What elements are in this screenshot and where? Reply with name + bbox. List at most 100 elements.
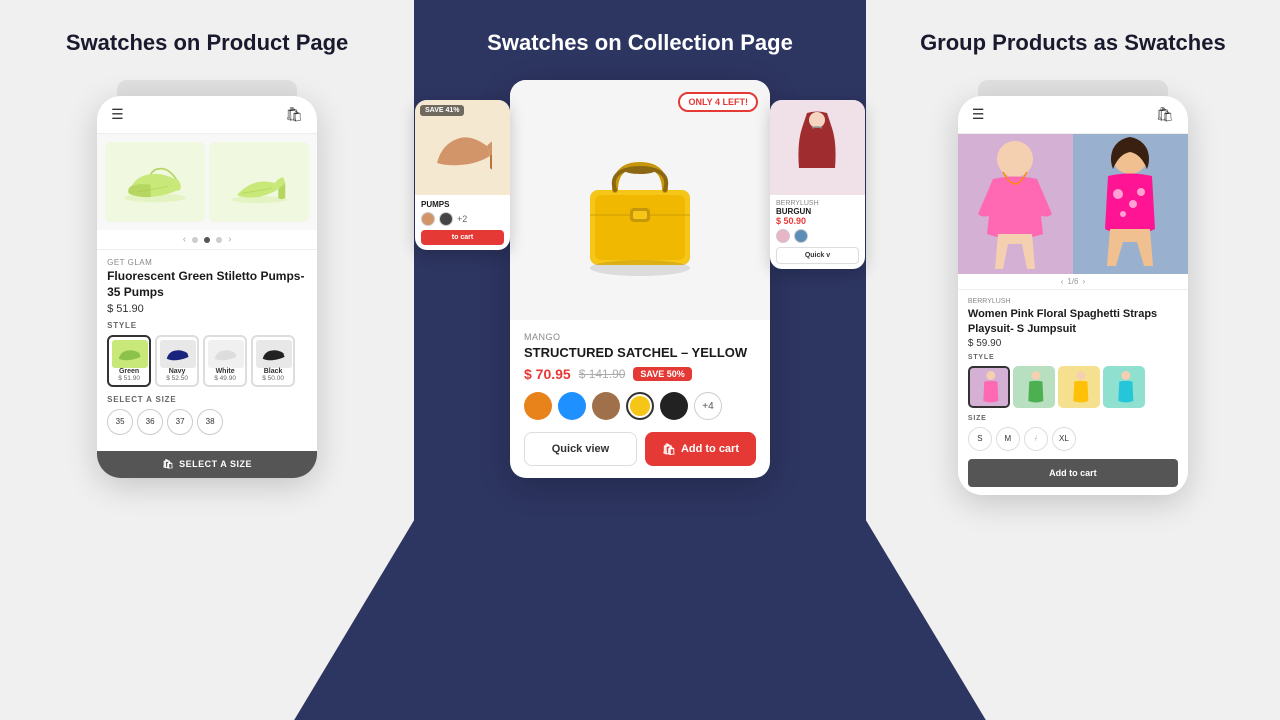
right-swatch-4[interactable] (1103, 366, 1145, 408)
add-to-cart-button[interactable]: 🛍 Add to cart (645, 432, 756, 466)
bag-image (560, 120, 720, 280)
right-cart-icon[interactable]: 🛍 (1156, 106, 1174, 123)
save-badge-left: SAVE 41% (420, 105, 465, 116)
cart-icon[interactable]: 🛍 (285, 106, 303, 123)
add-to-cart-dark-button[interactable]: Add to cart (968, 459, 1178, 487)
color-burgun-1[interactable] (776, 229, 790, 243)
color-dot-pumps-1[interactable] (421, 212, 435, 226)
swatch-green-price: $ 51.90 (112, 375, 146, 382)
color-brown[interactable] (592, 392, 620, 420)
side-right-price: $ 50.90 (776, 216, 859, 226)
nav-dot-1[interactable] (192, 237, 198, 243)
hamburger-icon[interactable]: ☰ (111, 106, 124, 123)
side-card-left: SAVE 41% PUMPS +2 to cart (415, 100, 510, 250)
right-swatch-3[interactable] (1058, 366, 1100, 408)
swatch-black[interactable]: Black $ 50.00 (251, 335, 295, 387)
nav-dot-2[interactable] (204, 237, 210, 243)
color-yellow[interactable] (626, 392, 654, 420)
swatch-black-img (256, 340, 292, 368)
add-to-cart-label: Add to cart (681, 443, 739, 455)
quick-view-button[interactable]: Quick view (524, 432, 637, 466)
color-orange[interactable] (524, 392, 552, 420)
only4-badge: ONLY 4 LEFT! (678, 92, 758, 112)
size-options: 35 36 37 38 (107, 409, 307, 435)
right-swatch-1[interactable] (968, 366, 1010, 408)
phone-header: ☰ 🛍 (97, 96, 317, 134)
product-images (97, 134, 317, 230)
size-38[interactable]: 38 (197, 409, 223, 435)
right-page: 1/6 (1067, 277, 1078, 286)
side-right-brand: BERRYLUSH (776, 200, 859, 207)
model-img-2 (1073, 134, 1188, 274)
swatch-navy[interactable]: Navy $ 52.50 (155, 335, 199, 387)
more-pumps[interactable]: +2 (457, 212, 467, 226)
shoe-img-2 (224, 155, 294, 210)
select-size-button[interactable]: 🛍 SELECT A SIZE (97, 451, 317, 478)
sale-price: $ 70.95 (524, 366, 571, 382)
card-name: STRUCTURED SATCHEL – YELLOW (524, 345, 756, 360)
color-black[interactable] (660, 392, 688, 420)
swatch-black-name: Black (256, 368, 290, 375)
save-badge: SAVE 50% (633, 367, 691, 381)
swatch-white-price: $ 49.90 (208, 375, 242, 382)
swatch-navy-img (160, 340, 196, 368)
swatch-green-img (112, 340, 148, 368)
card-image-area: ONLY 4 LEFT! (510, 80, 770, 320)
card-actions: Quick view 🛍 Add to cart (524, 432, 756, 466)
size-xl[interactable]: XL (1052, 427, 1076, 451)
middle-section: Swatches on Collection Page SAVE 41% PUM… (414, 0, 866, 720)
image-nav: ‹ › (97, 230, 317, 250)
swatch-green-name: Green (112, 368, 146, 375)
size-35[interactable]: 35 (107, 409, 133, 435)
color-burgun-2[interactable] (794, 229, 808, 243)
product-price: $ 51.90 (107, 303, 307, 315)
left-section-title: Swatches on Product Page (66, 30, 348, 56)
cart-small-icon: 🛍 (162, 459, 174, 470)
color-dot-pumps-2[interactable] (439, 212, 453, 226)
size-36[interactable]: 36 (137, 409, 163, 435)
color-swatches: +4 (524, 392, 756, 420)
right-nav: ‹ 1/6 › (958, 274, 1188, 290)
right-hamburger-icon[interactable]: ☰ (972, 106, 985, 123)
right-product-info: BERRYLUSH Women Pink Floral Spaghetti St… (958, 290, 1188, 495)
right-style-label: STYLE (968, 354, 1178, 361)
right-img-1 (958, 134, 1073, 274)
swatch-white[interactable]: White $ 49.90 (203, 335, 247, 387)
next-arrow[interactable]: › (228, 234, 231, 245)
swatch-green[interactable]: Green $ 51.90 (107, 335, 151, 387)
collection-wrapper: SAVE 41% PUMPS +2 to cart ONLY (490, 80, 790, 478)
side-right-colors (776, 229, 859, 243)
right-price: $ 59.90 (968, 338, 1178, 349)
pumps-img (432, 118, 492, 178)
model-img-1 (958, 134, 1073, 274)
more-colors-badge[interactable]: +4 (694, 392, 722, 420)
swatch-navy-price: $ 52.50 (160, 375, 194, 382)
side-left-cta[interactable]: to cart (421, 230, 504, 245)
color-blue[interactable] (558, 392, 586, 420)
side-left-name: PUMPS (421, 200, 504, 209)
size-s[interactable]: S (968, 427, 992, 451)
right-size-swatches: S M / XL (968, 427, 1178, 451)
right-section-title: Group Products as Swatches (920, 30, 1226, 56)
right-brand: BERRYLUSH (968, 298, 1178, 305)
size-37[interactable]: 37 (167, 409, 193, 435)
right-name: Women Pink Floral Spaghetti Straps Plays… (968, 307, 1178, 336)
swatch-white-name: White (208, 368, 242, 375)
nav-dot-3[interactable] (216, 237, 222, 243)
right-next[interactable]: › (1082, 277, 1085, 286)
side-card-right: BERRYLUSH BURGUN $ 50.90 Quick v (770, 100, 865, 269)
main-product-card: ONLY 4 LEFT! MANGO (510, 80, 770, 478)
orig-price: $ 141.90 (579, 367, 626, 381)
right-swatch-2[interactable] (1013, 366, 1055, 408)
side-right-cta[interactable]: Quick v (776, 247, 859, 264)
right-phone-mockup: ☰ 🛍 (958, 96, 1188, 495)
side-right-img (770, 100, 865, 195)
prev-arrow[interactable]: ‹ (183, 234, 186, 245)
right-prev[interactable]: ‹ (1061, 277, 1064, 286)
bg-shape-left (294, 520, 414, 720)
left-phone-mockup: ☰ 🛍 (97, 96, 317, 477)
size-m[interactable]: M (996, 427, 1020, 451)
size-slash[interactable]: / (1024, 427, 1048, 451)
product-name: Fluorescent Green Stiletto Pumps- 35 Pum… (107, 269, 307, 300)
product-brand: GET GLAM (107, 258, 307, 267)
